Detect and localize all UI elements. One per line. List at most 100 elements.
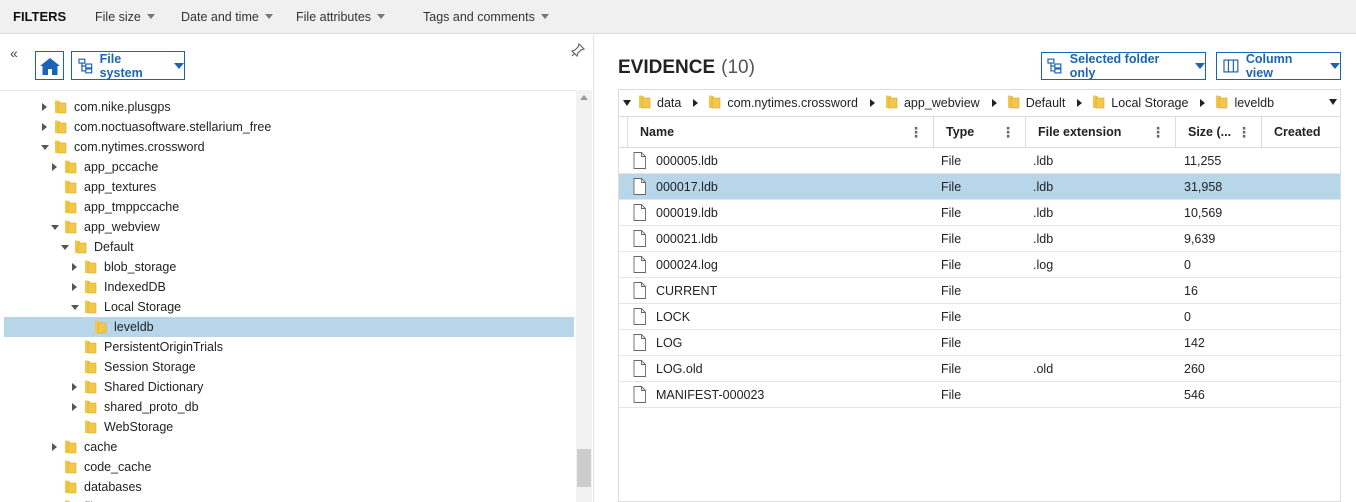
tree-item[interactable]: app_pccache xyxy=(4,157,574,177)
breadcrumb-item[interactable]: app_webview xyxy=(885,95,980,112)
scroll-up-icon[interactable] xyxy=(580,95,588,100)
expanded-arrow-icon[interactable] xyxy=(50,217,60,237)
breadcrumb-separator-icon[interactable] xyxy=(693,99,699,107)
column-header[interactable]: Created xyxy=(1261,117,1340,148)
tree-item[interactable]: Shared Dictionary xyxy=(4,377,574,397)
tree-item[interactable]: blob_storage xyxy=(4,257,574,277)
breadcrumb-item[interactable]: leveldb xyxy=(1215,95,1274,112)
table-row[interactable]: MANIFEST-000023 File 546 xyxy=(619,382,1340,408)
expanded-arrow-icon[interactable] xyxy=(60,237,70,257)
folder-icon xyxy=(64,460,77,474)
file-icon xyxy=(633,204,646,221)
cell-name: LOG xyxy=(656,336,683,350)
table-row[interactable]: 000017.ldb File .ldb 31,958 xyxy=(619,174,1340,200)
filter-file-attributes[interactable]: File attributes xyxy=(296,10,386,24)
collapsed-arrow-icon[interactable] xyxy=(70,277,80,297)
expanded-arrow-icon[interactable] xyxy=(70,297,80,317)
tree-item-label: PersistentOriginTrials xyxy=(104,340,224,354)
filter-tags-and-comments[interactable]: Tags and comments xyxy=(423,10,549,24)
scope-dropdown[interactable]: Selected folder only xyxy=(1041,52,1206,80)
collapsed-arrow-icon[interactable] xyxy=(40,117,50,137)
collapsed-arrow-icon[interactable] xyxy=(50,437,60,457)
table-row[interactable]: 000021.ldb File .ldb 9,639 xyxy=(619,226,1340,252)
pin-icon[interactable] xyxy=(571,43,585,57)
view-dropdown[interactable]: Column view xyxy=(1216,52,1341,80)
collapsed-arrow-icon[interactable] xyxy=(70,397,80,417)
tree-item[interactable]: Local Storage xyxy=(4,297,574,317)
tree-item[interactable]: com.noctuasoftware.stellarium_free xyxy=(4,117,574,137)
cell-name: 000017.ldb xyxy=(656,180,718,194)
folder-icon xyxy=(1007,95,1020,112)
tree-item[interactable]: IndexedDB xyxy=(4,277,574,297)
breadcrumb-root-arrow-icon[interactable] xyxy=(623,100,631,106)
column-header[interactable]: Type ⋮ xyxy=(933,117,1025,148)
column-menu-icon[interactable]: ⋮ xyxy=(1151,117,1165,148)
chevron-down-icon xyxy=(146,14,155,19)
table-row[interactable]: CURRENT File 16 xyxy=(619,278,1340,304)
collapsed-arrow-icon[interactable] xyxy=(50,157,60,177)
scroll-thumb[interactable] xyxy=(577,449,591,487)
breadcrumb-item[interactable]: Default xyxy=(1007,95,1065,112)
column-menu-icon[interactable]: ⋮ xyxy=(1237,117,1251,148)
folder-icon xyxy=(638,95,651,112)
tree-item[interactable]: shared_proto_db xyxy=(4,397,574,417)
collapsed-arrow-icon[interactable] xyxy=(70,377,80,397)
tree-item[interactable]: app_webview xyxy=(4,217,574,237)
column-header[interactable]: Size (... ⋮ xyxy=(1175,117,1261,148)
tree-item[interactable]: com.nytimes.crossword xyxy=(4,137,574,157)
expanded-arrow-icon[interactable] xyxy=(40,137,50,157)
breadcrumb-item[interactable]: data xyxy=(638,95,681,112)
collapse-pane-icon[interactable]: « xyxy=(10,45,18,61)
tree-scrollbar[interactable] xyxy=(576,90,592,502)
tree-item[interactable]: cache xyxy=(4,437,574,457)
column-header[interactable]: Name ⋮ xyxy=(627,117,933,148)
folder-icon xyxy=(64,480,77,494)
tree-item[interactable]: PersistentOriginTrials xyxy=(4,337,574,357)
folder-icon xyxy=(84,400,97,414)
cell-size: 9,639 xyxy=(1184,232,1216,246)
table-row[interactable]: 000005.ldb File .ldb 11,255 xyxy=(619,148,1340,174)
column-menu-icon[interactable]: ⋮ xyxy=(909,117,923,148)
tree-item[interactable]: WebStorage xyxy=(4,417,574,437)
collapsed-arrow-icon[interactable] xyxy=(40,97,50,117)
filter-date-and-time[interactable]: Date and time xyxy=(181,10,273,24)
folder-icon xyxy=(84,260,97,274)
cell-type: File xyxy=(941,206,962,220)
tree-item[interactable]: files xyxy=(4,497,574,502)
tree-item[interactable]: Session Storage xyxy=(4,357,574,377)
table-row[interactable]: LOG File 142 xyxy=(619,330,1340,356)
breadcrumb-separator-icon[interactable] xyxy=(991,99,997,107)
collapsed-arrow-icon[interactable] xyxy=(70,257,80,277)
home-button[interactable] xyxy=(35,51,64,80)
cell-type: File xyxy=(941,336,962,350)
table-row[interactable]: LOCK File 0 xyxy=(619,304,1340,330)
tree-item[interactable]: com.nike.plusgps xyxy=(4,97,574,117)
source-dropdown[interactable]: File system xyxy=(71,51,185,80)
tree-item[interactable]: leveldb xyxy=(4,317,574,337)
navigation-pane: « File system com.nike.plusgps com.noctua… xyxy=(0,35,594,502)
filter-file-size[interactable]: File size xyxy=(95,10,155,24)
breadcrumb-menu-icon[interactable] xyxy=(1329,99,1337,105)
collapsed-arrow-icon[interactable] xyxy=(50,497,60,502)
tree-item[interactable]: app_tmppccache xyxy=(4,197,574,217)
column-menu-icon[interactable]: ⋮ xyxy=(1001,117,1015,148)
breadcrumb-separator-icon[interactable] xyxy=(1077,99,1083,107)
cell-size: 31,958 xyxy=(1184,180,1223,194)
breadcrumb-separator-icon[interactable] xyxy=(1200,99,1206,107)
tree-item[interactable]: app_textures xyxy=(4,177,574,197)
breadcrumb-separator-icon[interactable] xyxy=(869,99,875,107)
folder-tree[interactable]: com.nike.plusgps com.noctuasoftware.stell… xyxy=(0,90,576,502)
table-row[interactable]: 000019.ldb File .ldb 10,569 xyxy=(619,200,1340,226)
breadcrumb-item[interactable]: Local Storage xyxy=(1092,95,1188,112)
tree-item[interactable]: code_cache xyxy=(4,457,574,477)
cell-extension: .ldb xyxy=(1033,206,1054,220)
tree-item[interactable]: databases xyxy=(4,477,574,497)
folder-icon xyxy=(54,140,67,154)
column-header[interactable]: File extension ⋮ xyxy=(1025,117,1175,148)
tree-item[interactable]: Default xyxy=(4,237,574,257)
table-row[interactable]: LOG.old File .old 260 xyxy=(619,356,1340,382)
table-row[interactable]: 000024.log File .log 0 xyxy=(619,252,1340,278)
breadcrumb-item[interactable]: com.nytimes.crossword xyxy=(708,95,858,112)
filter-label: Tags and comments xyxy=(423,10,535,24)
folder-icon xyxy=(54,100,67,114)
